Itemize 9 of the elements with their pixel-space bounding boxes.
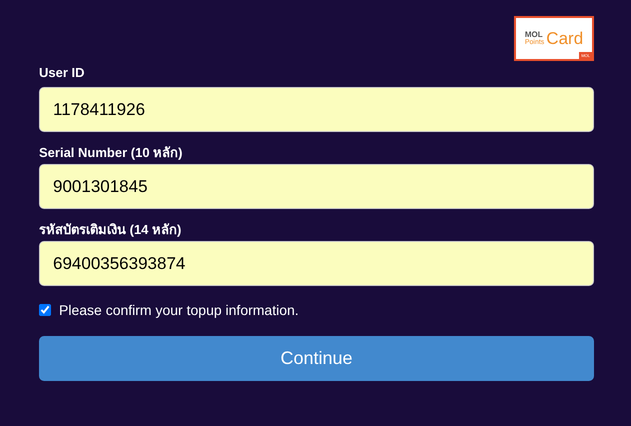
field-label: รหัสบัตรเติมเงิน (14 หลัก) [39, 221, 182, 235]
input-field[interactable]: 9001301845 [39, 164, 594, 209]
confirm-checkbox[interactable] [39, 304, 51, 316]
checkbox-label: Please confirm your topup information. [59, 302, 299, 318]
field-label: User ID [39, 65, 85, 81]
input-field[interactable]: 1178411926 [39, 87, 594, 132]
input-field[interactable]: 69400356393874 [39, 241, 594, 286]
field-label: Serial Number (10 หลัก) [39, 144, 182, 158]
continue-button[interactable]: Continue [39, 336, 594, 381]
